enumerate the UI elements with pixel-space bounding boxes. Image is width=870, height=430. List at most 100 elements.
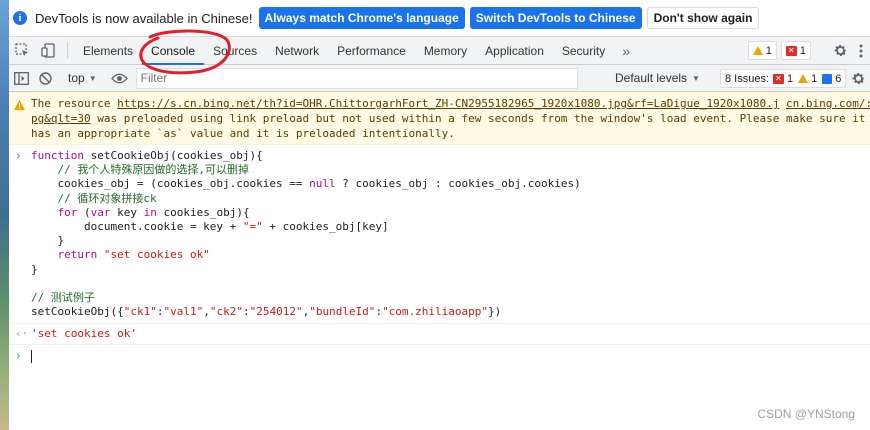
code-keyword: return — [31, 248, 98, 262]
console-settings-gear-icon[interactable] — [851, 65, 866, 91]
tab-console[interactable]: Console — [142, 37, 205, 65]
code-comment: // 测试例子 — [31, 291, 95, 305]
code-string: "ck1" — [123, 305, 157, 319]
more-tabs-icon[interactable]: » — [614, 37, 638, 64]
warnings-badge[interactable]: 1 — [747, 41, 777, 60]
device-toolbar-icon[interactable] — [35, 37, 61, 64]
code-text: document.cookie = key + — [31, 220, 243, 234]
code-keyword: in — [143, 205, 157, 219]
errors-count: 1 — [799, 44, 806, 57]
live-expression-eye-icon[interactable] — [108, 73, 132, 84]
code-text: + cookies_obj[key] — [262, 220, 389, 234]
sidebar-toggle-icon[interactable] — [9, 71, 33, 85]
code-text: cookies_obj = (cookies_obj.cookies == — [31, 177, 310, 191]
warning-text-before: The resource — [31, 97, 118, 110]
code-keyword: var — [90, 205, 111, 219]
code-text: ( — [77, 205, 91, 219]
code-string: "set cookies ok" — [103, 248, 210, 262]
chevron-right-icon: › — [15, 149, 22, 162]
tab-memory[interactable]: Memory — [415, 37, 476, 64]
switch-chinese-button[interactable]: Switch DevTools to Chinese — [469, 7, 642, 29]
warning-line-1: The resource https://s.cn.bing.net/th?id… — [31, 96, 870, 111]
info-icon: i — [13, 11, 27, 25]
inspect-element-icon[interactable] — [9, 37, 35, 64]
chevron-down-icon: ▼ — [88, 73, 97, 83]
code-keyword: for — [31, 205, 78, 219]
filter-input[interactable] — [136, 69, 573, 87]
issues-button[interactable]: 8 Issues: ✕ 1 1 6 — [720, 69, 847, 88]
warning-icon — [752, 46, 763, 55]
tab-elements[interactable]: Elements — [74, 37, 142, 64]
issues-label: 8 Issues: — [725, 72, 770, 85]
preload-warning-message: The resource https://s.cn.bing.net/th?id… — [9, 92, 870, 145]
clear-console-icon[interactable] — [33, 71, 57, 85]
code-string: "val1" — [163, 305, 204, 319]
result-value: 'set cookies ok' — [31, 327, 137, 341]
error-icon: ✕ — [785, 45, 797, 56]
code-string: "ck2" — [209, 305, 243, 319]
code-comment: // 我个人特殊原因做的选择,可以删掉 — [31, 163, 249, 177]
errors-badge[interactable]: ✕ 1 — [780, 41, 811, 60]
code-text: }) — [488, 305, 502, 319]
code-text: , — [203, 305, 210, 319]
issue-error-icon: ✕ — [773, 73, 785, 84]
infobar-message: DevTools is now available in Chinese! — [35, 10, 253, 26]
code-text: setCookieObj(cookies_obj){ — [83, 149, 263, 162]
tabbar-divider — [67, 42, 68, 59]
console-input-entry[interactable]: › function setCookieObj(cookies_obj){ // … — [9, 145, 870, 325]
filter-box — [135, 67, 578, 89]
tabbar-right-controls: 1 ✕ 1 — [747, 37, 870, 64]
context-selector[interactable]: top ▼ — [62, 71, 103, 85]
warning-text-rest: was preloaded using link preload but not… — [90, 112, 866, 125]
tab-application[interactable]: Application — [476, 37, 553, 64]
dont-show-again-button[interactable]: Don't show again — [646, 7, 760, 29]
tab-sources[interactable]: Sources — [204, 37, 266, 64]
tab-network[interactable]: Network — [266, 37, 328, 64]
context-value: top — [68, 71, 85, 85]
code-keyword: null — [309, 177, 336, 191]
text-caret — [31, 349, 32, 363]
settings-gear-icon[interactable] — [828, 43, 852, 58]
main-tabbar: Elements Console Sources Network Perform… — [9, 37, 870, 65]
desktop-background-strip — [0, 0, 9, 430]
code-text: : — [242, 305, 250, 319]
issues-errors-count: 1 — [787, 72, 794, 85]
issues-warnings-count: 1 — [811, 72, 818, 85]
kebab-menu-icon[interactable] — [852, 44, 870, 58]
language-infobar: i DevTools is now available in Chinese! … — [9, 0, 870, 37]
tab-performance[interactable]: Performance — [328, 37, 415, 64]
warnings-count: 1 — [765, 44, 772, 57]
console-result-entry: ‹·'set cookies ok' — [9, 324, 870, 346]
resource-url-link[interactable]: https://s.cn.bing.net/th?id=OHR.Chittorg… — [117, 97, 779, 110]
warning-line-3: has an appropriate `as` value and it is … — [31, 127, 455, 140]
issues-info-count: 6 — [835, 72, 842, 85]
return-arrow-icon: ‹· — [15, 327, 29, 341]
chevron-right-icon: › — [15, 349, 22, 363]
code-comment: // 循环对象拼接ck — [31, 191, 157, 205]
watermark: CSDN @YNStong — [757, 407, 855, 421]
console-output: The resource https://s.cn.bing.net/th?id… — [9, 92, 870, 369]
resource-url-link-cont[interactable]: pg&qlt=30 — [31, 112, 91, 125]
code-string: "=" — [242, 220, 263, 234]
code-keyword: function — [31, 149, 84, 162]
issue-info-icon — [822, 73, 833, 84]
code-text: cookies_obj){ — [156, 205, 250, 219]
log-levels-value: Default levels — [615, 71, 688, 85]
code-text: } — [31, 234, 65, 248]
code-string: "254012" — [249, 305, 303, 319]
code-string: "bundleId" — [309, 305, 376, 319]
devtools-window: i DevTools is now available in Chinese! … — [9, 0, 870, 430]
code-text: setCookieObj({ — [31, 305, 124, 319]
code-text: ? cookies_obj : cookies_obj.cookies) — [335, 177, 581, 191]
code-text: } — [31, 262, 38, 276]
warning-source-link[interactable]: cn.bing.com/: — [786, 97, 870, 110]
code-string: "com.zhiliaoapp" — [382, 305, 489, 319]
tab-security[interactable]: Security — [553, 37, 614, 64]
match-language-button[interactable]: Always match Chrome's language — [258, 7, 465, 29]
log-levels-dropdown[interactable]: Default levels ▼ — [615, 65, 700, 91]
console-toolbar: top ▼ Default levels ▼ 8 Issues: ✕ 1 1 6 — [9, 65, 870, 92]
chevron-down-icon: ▼ — [692, 73, 700, 83]
issue-warning-icon — [798, 74, 809, 83]
console-prompt[interactable]: › — [9, 345, 870, 369]
